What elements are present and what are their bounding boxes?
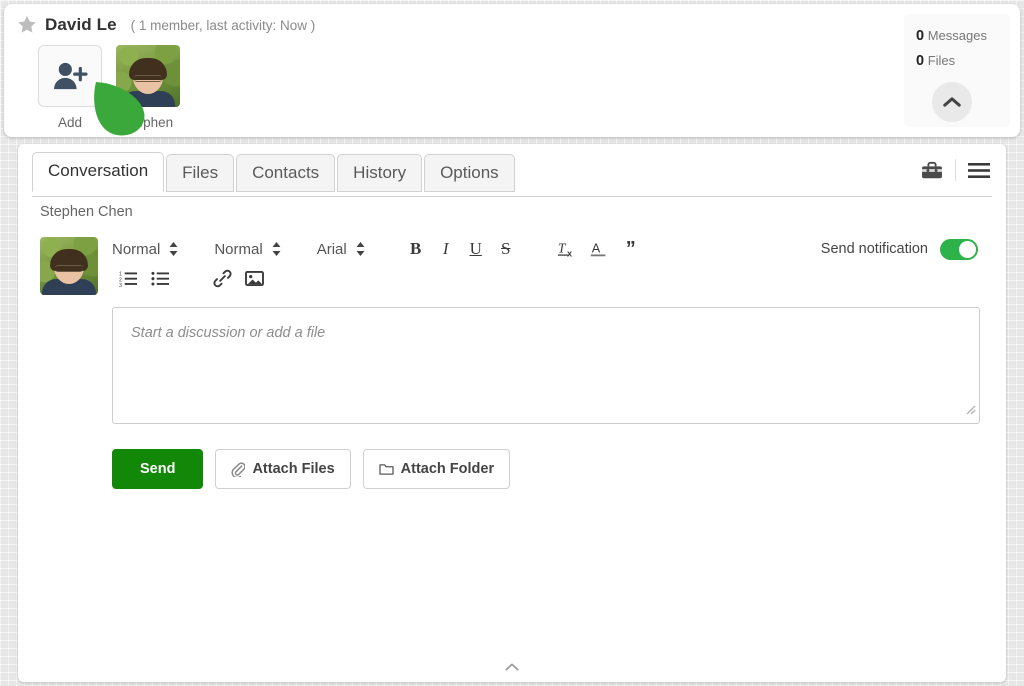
star-icon[interactable] <box>16 14 38 36</box>
italic-button[interactable]: I <box>431 239 461 259</box>
add-person-icon <box>54 62 88 90</box>
tab-contacts[interactable]: Contacts <box>236 154 336 192</box>
tab-files[interactable]: Files <box>166 154 235 192</box>
composer-actions: Send Attach Files Attach Folder <box>112 449 980 489</box>
send-notification-toggle[interactable] <box>940 238 978 260</box>
files-count-value: 0 <box>916 53 925 69</box>
group-header-card: David Le ( 1 member, last activity: Now … <box>4 4 1020 137</box>
paragraph-style-value: Normal <box>112 240 161 258</box>
files-count: 0 Files <box>916 53 1010 69</box>
tab-conversation[interactable]: Conversation <box>32 152 165 192</box>
chevron-updown-icon <box>169 242 178 256</box>
unordered-list-icon[interactable] <box>144 270 176 287</box>
messages-count-label: Messages <box>927 28 987 43</box>
messages-count: 0 Messages <box>916 28 1010 44</box>
tab-bar: Conversation Files Contacts History Opti… <box>32 152 517 192</box>
attach-folder-button[interactable]: Attach Folder <box>362 449 511 489</box>
strikethrough-button[interactable]: S <box>491 239 521 259</box>
toolbox-icon[interactable] <box>921 161 943 180</box>
hamburger-menu-icon[interactable] <box>968 162 990 179</box>
group-name: David Le <box>45 15 117 34</box>
font-size-value: Normal <box>214 240 263 258</box>
underline-button[interactable]: U <box>461 239 491 259</box>
member-label: Add <box>57 115 83 130</box>
attach-files-button[interactable]: Attach Files <box>215 449 351 489</box>
attach-files-label: Attach Files <box>252 461 335 477</box>
chevron-updown-icon <box>356 242 365 256</box>
chevron-up-icon <box>943 97 961 107</box>
add-member-button[interactable]: Add <box>38 45 102 130</box>
clear-format-icon[interactable]: T x <box>551 239 583 259</box>
icon-divider <box>955 159 956 181</box>
main-content-card: Conversation Files Contacts History Opti… <box>18 144 1006 682</box>
composer-avatar <box>40 237 98 295</box>
bold-button[interactable]: B <box>401 239 431 259</box>
toolbar-row-one: Normal Normal Arial B I U S T x A ” Send… <box>112 234 980 264</box>
tab-history[interactable]: History <box>337 154 423 192</box>
svg-text:3: 3 <box>119 283 122 287</box>
editor-placeholder: Start a discussion or add a file <box>131 325 326 341</box>
ordered-list-icon[interactable]: 1 2 3 <box>112 270 144 287</box>
sender-name: Stephen Chen <box>40 204 133 220</box>
font-family-value: Arial <box>316 240 347 258</box>
send-notification-control[interactable]: Send notification <box>820 238 980 260</box>
font-family-select[interactable]: Arial <box>317 241 365 258</box>
attach-folder-label: Attach Folder <box>400 461 495 477</box>
resize-handle[interactable] <box>964 402 976 420</box>
add-person-tile[interactable] <box>38 45 102 107</box>
collapse-panel-button[interactable] <box>18 663 1006 671</box>
chevron-up-icon <box>505 663 519 671</box>
group-title-row: David Le ( 1 member, last activity: Now … <box>16 14 315 36</box>
text-color-icon[interactable]: A <box>583 239 615 259</box>
files-count-label: Files <box>927 53 956 68</box>
paragraph-style-select[interactable]: Normal <box>112 241 178 258</box>
send-button[interactable]: Send <box>112 449 204 489</box>
message-composer: Normal Normal Arial B I U S T x A ” Send… <box>40 234 980 489</box>
panel-header-icons <box>921 159 990 181</box>
link-icon[interactable] <box>206 269 238 288</box>
member-label: Stephen <box>122 115 174 130</box>
avatar[interactable] <box>116 45 180 107</box>
send-notification-label: Send notification <box>820 241 928 257</box>
avatar-glasses <box>55 264 83 272</box>
svg-text:x: x <box>567 248 572 258</box>
group-meta: ( 1 member, last activity: Now ) <box>130 17 316 33</box>
counts-panel: 0 Messages 0 Files <box>904 14 1010 127</box>
toolbar-row-two: 1 2 3 <box>112 264 980 292</box>
chevron-updown-icon <box>272 242 281 256</box>
paperclip-icon <box>231 461 246 477</box>
tab-options[interactable]: Options <box>424 154 515 192</box>
message-editor[interactable]: Start a discussion or add a file <box>112 307 980 424</box>
collapse-header-button[interactable] <box>932 82 972 122</box>
avatar-glasses <box>134 74 162 82</box>
folder-icon <box>378 463 394 475</box>
svg-text:T: T <box>558 241 567 256</box>
editor-toolbar: Normal Normal Arial B I U S T x A ” Send… <box>112 234 980 295</box>
member-list: Add Stephen <box>38 45 180 130</box>
blockquote-icon[interactable]: ” <box>615 239 647 259</box>
tab-bar-rule <box>32 196 992 197</box>
svg-text:A: A <box>591 241 600 256</box>
font-size-select[interactable]: Normal <box>214 240 281 258</box>
messages-count-value: 0 <box>916 28 925 44</box>
toggle-knob <box>959 240 976 258</box>
image-icon[interactable] <box>238 270 270 287</box>
member-stephen[interactable]: Stephen <box>116 45 180 130</box>
